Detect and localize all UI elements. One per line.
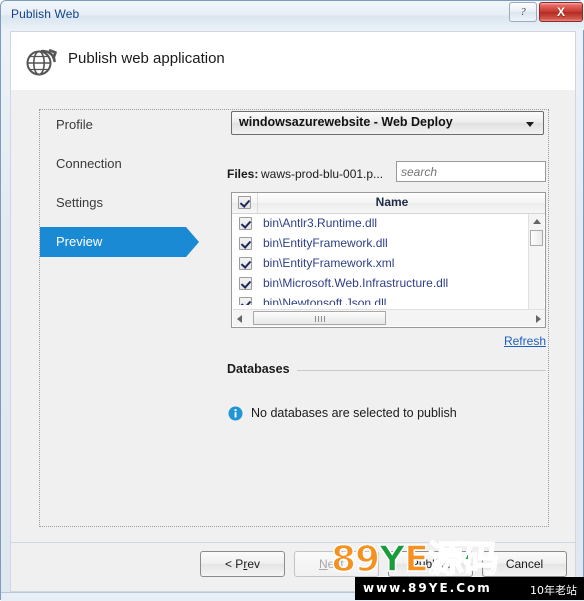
- file-name: bin\EntityFramework.dll: [263, 236, 388, 250]
- publish-button[interactable]: Publish: [388, 551, 473, 577]
- databases-group-title: Databases: [227, 362, 290, 376]
- scroll-thumb-grip-icon: [314, 316, 325, 322]
- publish-web-dialog: Publish Web ? X Publish web application …: [0, 0, 584, 601]
- dialog-footer: < Prev Next > Publish Cancel: [10, 543, 576, 592]
- sidebar-selection-arrow-icon: [186, 227, 199, 257]
- scroll-right-arrow-icon[interactable]: [536, 315, 541, 323]
- sidebar-item-label: Connection: [56, 156, 122, 171]
- wizard-sidebar: Profile Connection Settings Preview: [40, 110, 199, 526]
- sidebar-item-profile[interactable]: Profile: [40, 110, 186, 140]
- close-button[interactable]: X: [539, 2, 583, 22]
- file-name: bin\Antlr3.Runtime.dll: [263, 216, 378, 230]
- search-input[interactable]: [396, 161, 546, 182]
- globe-publish-icon: [24, 45, 58, 79]
- sidebar-item-connection[interactable]: Connection: [40, 149, 186, 179]
- table-row[interactable]: bin\Antlr3.Runtime.dll: [233, 214, 530, 234]
- publish-profile-dropdown[interactable]: windowsazurewebsite - Web Deploy: [231, 111, 544, 135]
- dialog-body: Profile Connection Settings Preview wind…: [10, 90, 576, 543]
- file-name: bin\Microsoft.Web.Infrastructure.dll: [263, 276, 449, 290]
- help-button[interactable]: ?: [509, 2, 537, 22]
- file-name: bin\Newtonsoft.Json.dll: [263, 296, 387, 305]
- sidebar-item-label: Settings: [56, 195, 103, 210]
- row-checkbox[interactable]: [239, 237, 252, 250]
- preview-pane: windowsazurewebsite - Web Deploy Files: …: [201, 110, 546, 526]
- databases-divider: [297, 370, 546, 371]
- horizontal-scroll-thumb[interactable]: [253, 311, 386, 325]
- horizontal-scrollbar[interactable]: [233, 309, 545, 326]
- dialog-header: Publish web application: [10, 31, 576, 90]
- row-checkbox[interactable]: [239, 257, 252, 270]
- scroll-left-arrow-icon[interactable]: [237, 315, 242, 323]
- window-title: Publish Web: [11, 7, 80, 21]
- refresh-link[interactable]: Refresh: [504, 334, 546, 348]
- page-title: Publish web application: [68, 50, 225, 67]
- row-checkbox[interactable]: [239, 277, 252, 290]
- info-circle-icon: [228, 406, 243, 421]
- cancel-button[interactable]: Cancel: [482, 551, 567, 577]
- publish-profile-value: windowsazurewebsite - Web Deploy: [239, 115, 453, 129]
- prev-button[interactable]: < Prev: [200, 551, 285, 577]
- column-header-name[interactable]: Name: [258, 195, 526, 209]
- files-label: Files:: [227, 167, 259, 181]
- file-list[interactable]: Name bin\Antlr3.Runtime.dll bin\EntityFr…: [231, 192, 546, 328]
- next-button[interactable]: Next >: [294, 551, 379, 577]
- sidebar-item-settings[interactable]: Settings: [40, 188, 186, 218]
- sidebar-item-label: Preview: [56, 234, 103, 249]
- row-checkbox[interactable]: [239, 297, 252, 305]
- select-all-checkbox[interactable]: [238, 196, 251, 209]
- row-checkbox[interactable]: [239, 217, 252, 230]
- table-row[interactable]: bin\Microsoft.Web.Infrastructure.dll: [233, 274, 530, 294]
- file-list-header: Name: [232, 193, 545, 214]
- sidebar-item-label: Profile: [56, 117, 93, 132]
- databases-status-text: No databases are selected to publish: [251, 406, 457, 420]
- table-row[interactable]: bin\EntityFramework.dll: [233, 234, 530, 254]
- title-bar: Publish Web ? X: [1, 1, 584, 30]
- sidebar-item-preview[interactable]: Preview: [40, 227, 199, 257]
- scroll-up-arrow-icon[interactable]: [533, 219, 541, 224]
- chevron-down-icon: [526, 122, 534, 127]
- table-row[interactable]: bin\EntityFramework.xml: [233, 254, 530, 274]
- file-list-rows: bin\Antlr3.Runtime.dll bin\EntityFramewo…: [233, 214, 530, 305]
- select-all-cell[interactable]: [232, 193, 258, 213]
- file-name: bin\EntityFramework.xml: [263, 256, 395, 270]
- files-path-value: waws-prod-blu-001.p...: [261, 167, 384, 181]
- table-row[interactable]: bin\Newtonsoft.Json.dll: [233, 294, 530, 305]
- vertical-scroll-thumb[interactable]: [530, 230, 543, 246]
